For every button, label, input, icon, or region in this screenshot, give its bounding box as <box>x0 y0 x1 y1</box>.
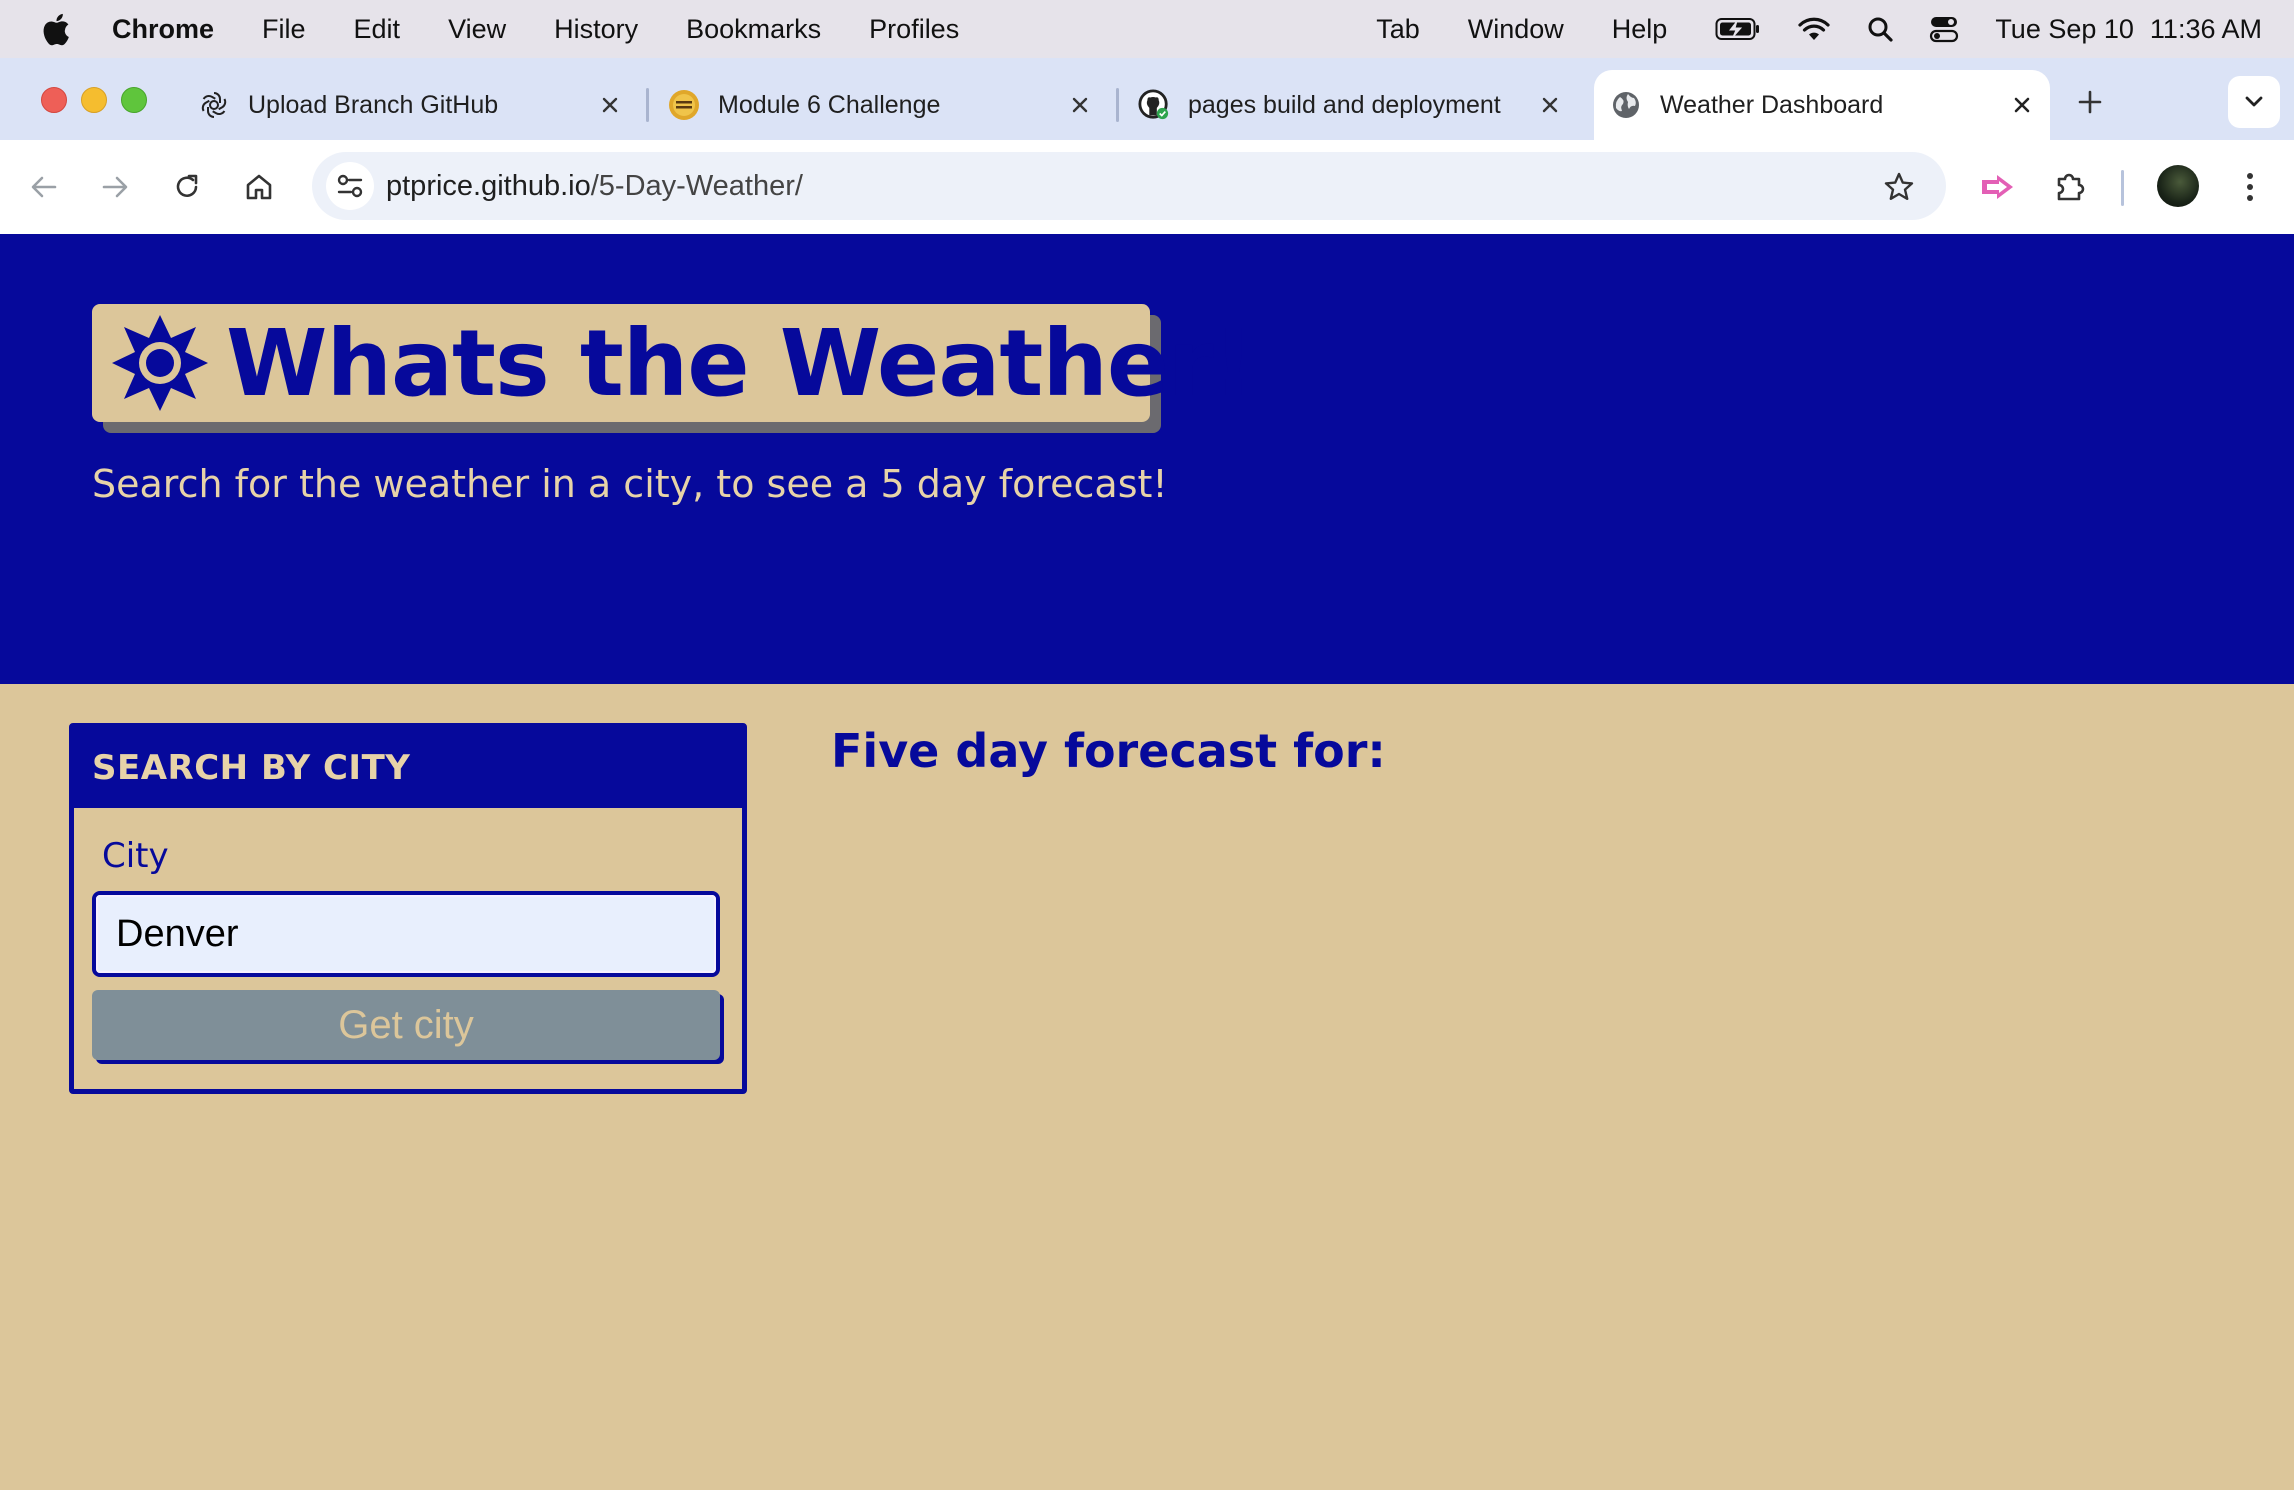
clock-date: Tue Sep 10 <box>1995 13 2134 44</box>
globe-icon <box>1610 89 1642 121</box>
address-bar[interactable]: ptprice.github.io/5-Day-Weather/ <box>312 152 1946 220</box>
menu-profiles[interactable]: Profiles <box>869 14 959 45</box>
menu-tab[interactable]: Tab <box>1376 14 1420 45</box>
macos-menu-bar: Chrome File Edit View History Bookmarks … <box>0 0 2294 58</box>
tab-separator <box>646 88 649 122</box>
city-search-input[interactable] <box>92 891 720 977</box>
tab-title: Upload Branch GitHub <box>248 90 499 119</box>
wifi-icon[interactable] <box>1797 16 1831 42</box>
browser-tab-strip: Upload Branch GitHub Module 6 Challenge … <box>0 58 2294 140</box>
github-icon <box>1138 89 1170 121</box>
tab-title: Weather Dashboard <box>1660 90 1884 119</box>
search-heading: SEARCH BY CITY <box>92 748 411 788</box>
tab-close-icon[interactable] <box>1536 91 1564 119</box>
tab-separator <box>1116 88 1119 122</box>
menu-window[interactable]: Window <box>1468 14 1564 45</box>
apple-logo-icon[interactable] <box>42 12 72 46</box>
page-header: Whats the Weather! Search for the weathe… <box>0 234 2294 684</box>
site-info-tune-icon[interactable] <box>326 162 374 210</box>
tab-module-6-challenge[interactable]: Module 6 Challenge <box>654 70 1104 140</box>
search-panel-header: SEARCH BY CITY <box>74 728 742 808</box>
title-banner: Whats the Weather! <box>92 304 1255 422</box>
page-subtitle: Search for the weather in a city, to see… <box>92 462 1168 506</box>
menubar-clock[interactable]: Tue Sep 10 11:36 AM <box>1995 14 2262 45</box>
tab-search-chevron-down-icon[interactable] <box>2228 76 2280 128</box>
tab-close-icon[interactable] <box>596 91 624 119</box>
menu-app-name[interactable]: Chrome <box>112 14 214 45</box>
page-title: Whats the Weather! <box>226 309 1255 417</box>
window-zoom-button[interactable] <box>121 87 147 113</box>
toolbar-separator <box>2121 170 2124 206</box>
menu-edit[interactable]: Edit <box>354 14 401 45</box>
forecast-heading: Five day forecast for: <box>831 724 1386 778</box>
clock-time: 11:36 AM <box>2149 13 2262 44</box>
url-text[interactable]: ptprice.github.io/5-Day-Weather/ <box>386 170 803 203</box>
tab-close-icon[interactable] <box>2008 91 2036 119</box>
menu-bookmarks[interactable]: Bookmarks <box>686 14 821 45</box>
window-close-button[interactable] <box>41 87 67 113</box>
extensions-puzzle-icon[interactable] <box>2046 163 2094 211</box>
new-tab-plus-icon[interactable] <box>2070 82 2110 122</box>
get-city-button[interactable]: Get city <box>92 990 720 1060</box>
browser-toolbar: ptprice.github.io/5-Day-Weather/ <box>0 140 2294 235</box>
chatgpt-icon <box>198 89 230 121</box>
window-minimize-button[interactable] <box>81 87 107 113</box>
tab-weather-dashboard[interactable]: Weather Dashboard <box>1594 70 2050 140</box>
profile-avatar[interactable] <box>2157 165 2199 207</box>
tab-pages-build-and-deployment[interactable]: pages build and deployment <box>1124 70 1574 140</box>
extension-arrow-icon[interactable] <box>1974 163 2022 211</box>
menu-history[interactable]: History <box>554 14 638 45</box>
search-panel: SEARCH BY CITY City Get city <box>69 723 747 1094</box>
forward-arrow-icon[interactable] <box>91 163 139 211</box>
module-icon <box>668 89 700 121</box>
menu-file[interactable]: File <box>262 14 306 45</box>
tab-upload-branch-github[interactable]: Upload Branch GitHub <box>184 70 634 140</box>
tab-title: pages build and deployment <box>1188 90 1501 119</box>
tab-close-icon[interactable] <box>1066 91 1094 119</box>
bookmark-star-icon[interactable] <box>1882 170 1916 204</box>
battery-icon[interactable] <box>1715 17 1761 41</box>
reload-icon[interactable] <box>163 163 211 211</box>
url-path: /5-Day-Weather/ <box>590 170 803 202</box>
menu-view[interactable]: View <box>448 14 506 45</box>
control-center-icon[interactable] <box>1929 15 1959 43</box>
tab-title: Module 6 Challenge <box>718 90 941 119</box>
more-menu-kebab-icon[interactable] <box>2226 163 2274 211</box>
menu-help[interactable]: Help <box>1612 14 1668 45</box>
url-domain: ptprice.github.io <box>386 170 591 202</box>
back-arrow-icon[interactable] <box>20 163 68 211</box>
home-icon[interactable] <box>235 163 283 211</box>
spotlight-search-icon[interactable] <box>1867 16 1893 42</box>
sun-icon <box>110 312 210 414</box>
city-label: City <box>102 836 169 876</box>
menubar-right: Tab Window Help Tue Sep 10 11:36 AM <box>1376 0 2294 58</box>
